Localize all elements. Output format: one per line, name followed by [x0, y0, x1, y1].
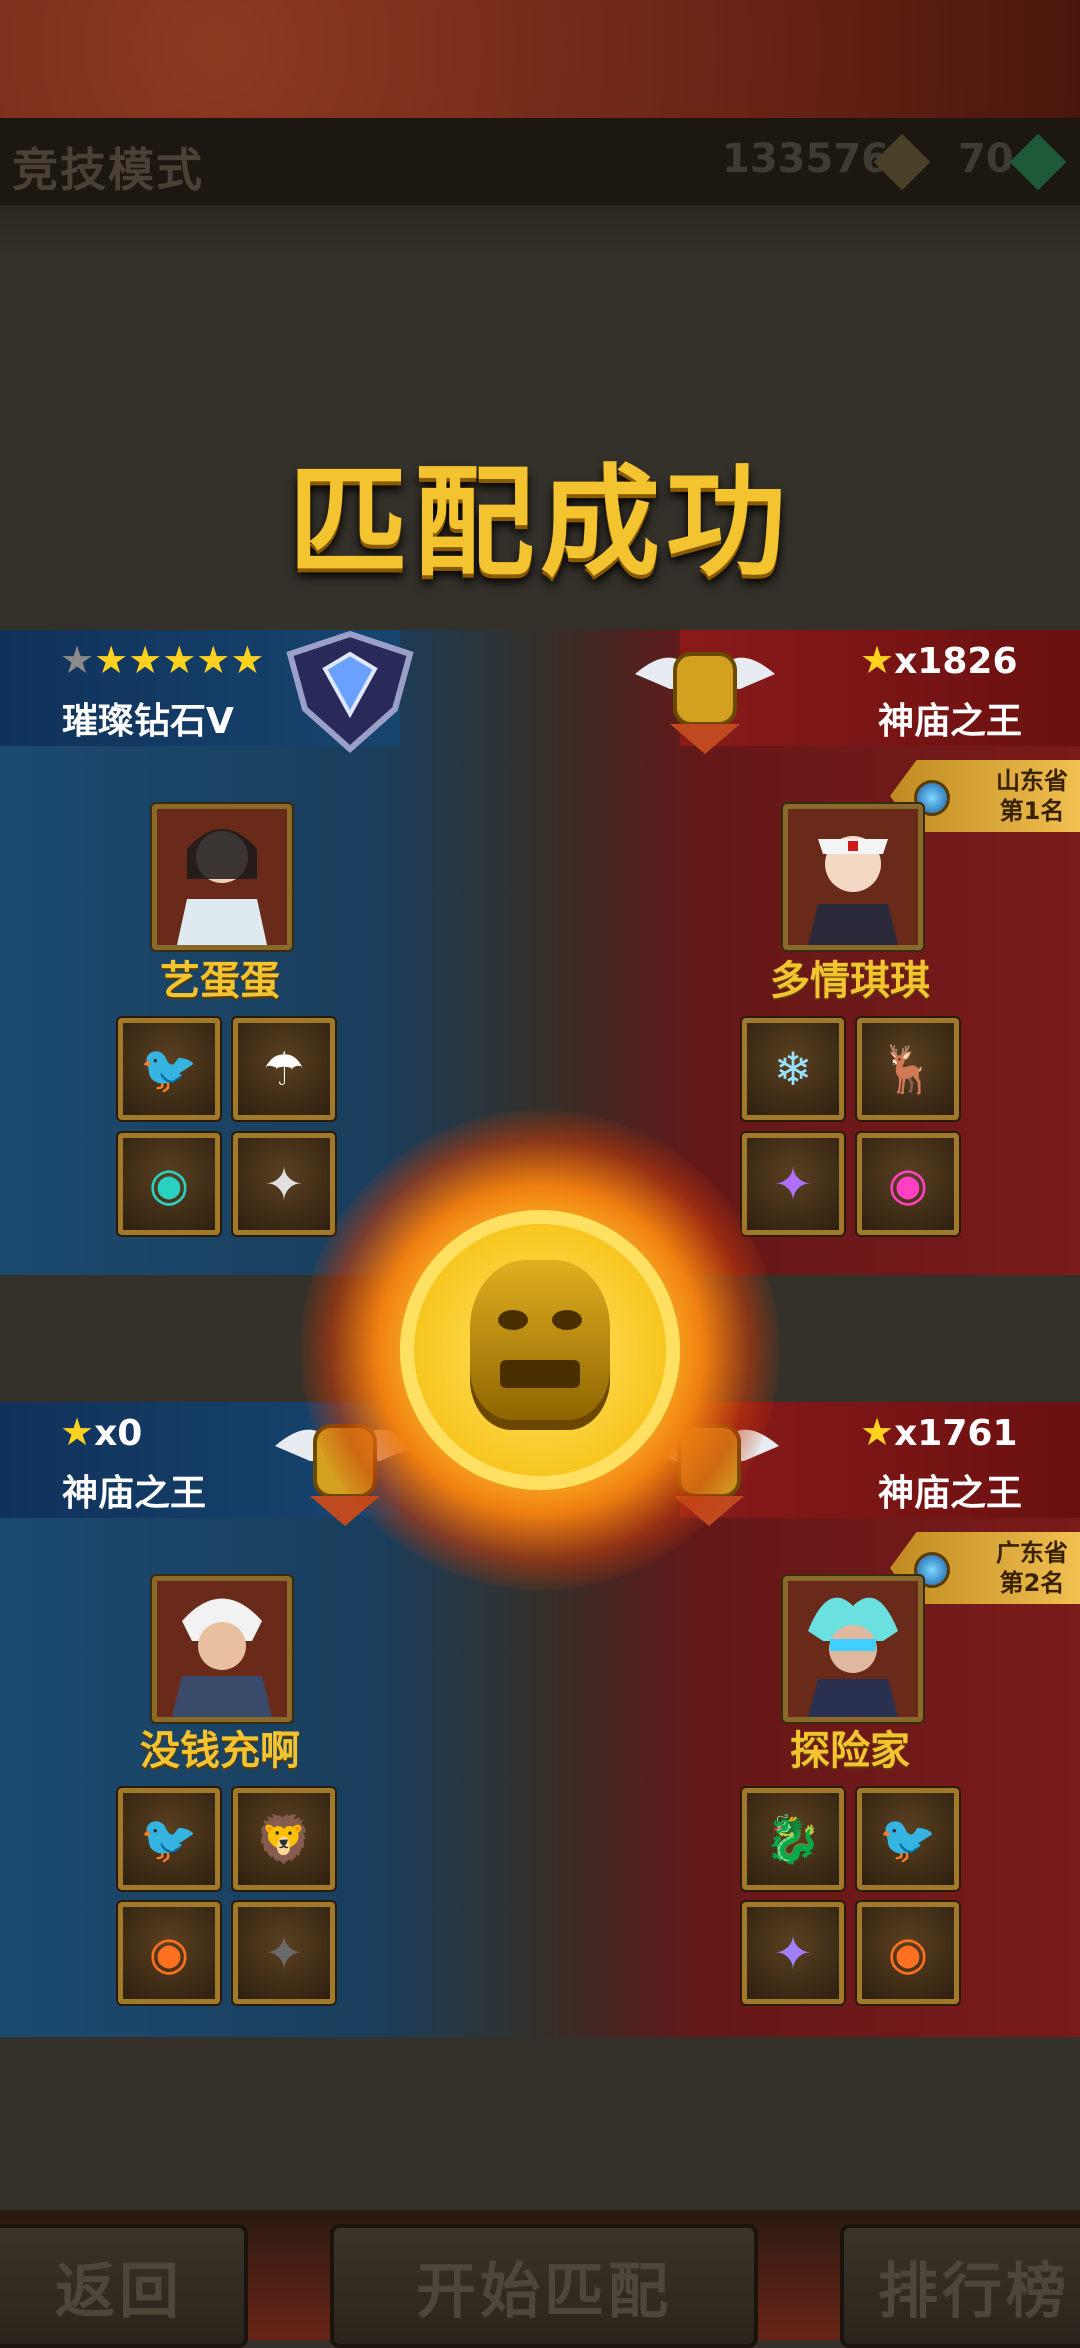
rank-star-count: ★x0: [60, 1410, 143, 1454]
leaderboard-button[interactable]: 排行榜: [840, 2224, 1080, 2348]
top-rock-decoration: [0, 0, 1080, 120]
rank-star-count: ★x1826: [860, 638, 1018, 682]
pink-bird-hat-icon: 🐦: [118, 1018, 220, 1120]
pink-orb-icon: ◉: [857, 1133, 959, 1235]
match-success-title: 匹配成功: [288, 454, 792, 593]
player-avatar[interactable]: [783, 1576, 923, 1722]
player-avatar[interactable]: [152, 1576, 292, 1722]
player-name: 没钱充啊: [140, 1728, 300, 1774]
rank-name: 神庙之王: [878, 701, 1023, 742]
rock-edge-decoration: [0, 205, 1080, 255]
player-avatar[interactable]: [783, 804, 923, 950]
temple-king-emblem-icon: [630, 614, 780, 764]
fire-lion-orb-icon: ◉: [118, 1902, 220, 2004]
silver-wings-icon: ✦: [233, 1133, 335, 1235]
rank-name: 璀璨钻石V: [62, 701, 234, 742]
rank-name: 神庙之王: [62, 1473, 207, 1514]
leaf-umbrella-icon: ☂: [233, 1018, 335, 1120]
ice-spirit-icon: ❄: [742, 1018, 844, 1120]
white-deer-icon: 🦌: [857, 1018, 959, 1120]
green-gem-icon: [1009, 133, 1067, 191]
gold-amount: 133576: [722, 136, 889, 182]
back-button[interactable]: 返回: [0, 2224, 248, 2348]
fire-lion-orb-icon: ◉: [857, 1902, 959, 2004]
gem-amount: 70: [958, 136, 1014, 182]
rank-name: 神庙之王: [878, 1473, 1023, 1514]
mode-title: 竞技模式: [12, 143, 204, 197]
player-avatar[interactable]: [152, 804, 292, 950]
pink-bird-hat-icon: 🐦: [857, 1788, 959, 1890]
player-name: 艺蛋蛋: [160, 958, 280, 1004]
top-bar: 竞技模式 133576 70: [0, 118, 1080, 216]
diamond-rank-emblem-icon: [275, 614, 425, 764]
player-name: 探险家: [790, 1728, 910, 1774]
violet-wings-icon: ✦: [742, 1902, 844, 2004]
rank-stars: ★★★★★★: [60, 638, 265, 682]
pink-bird-hat-icon: 🐦: [118, 1788, 220, 1890]
teal-orb-icon: ◉: [118, 1133, 220, 1235]
dark-wings-icon: ✦: [233, 1902, 335, 2004]
golden-dragon-icon: 🐉: [742, 1788, 844, 1890]
start-match-button[interactable]: 开始匹配: [330, 2224, 758, 2348]
player-name: 多情琪琪: [770, 958, 930, 1004]
purple-wings-icon: ✦: [742, 1133, 844, 1235]
red-lion-pet-icon: 🦁: [233, 1788, 335, 1890]
rank-star-count: ★x1761: [860, 1410, 1018, 1454]
golden-idol-icon: [470, 1260, 610, 1430]
